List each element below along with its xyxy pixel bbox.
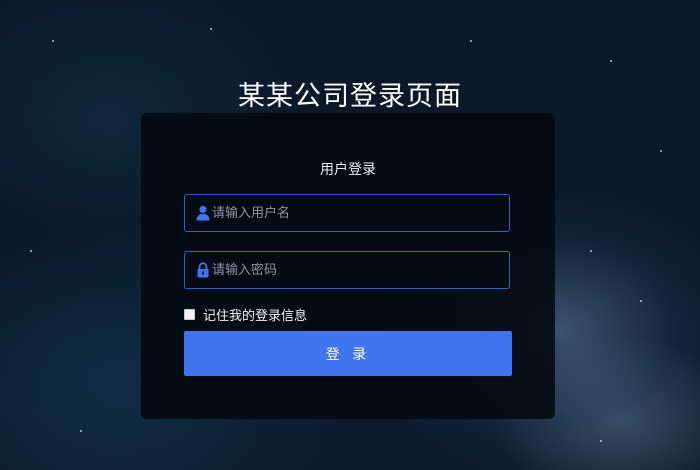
password-field[interactable] (184, 251, 510, 289)
lock-icon (195, 262, 211, 278)
password-input[interactable] (212, 252, 502, 288)
remember-me-label[interactable]: 记住我的登录信息 (203, 305, 307, 324)
login-card-title: 用户登录 (320, 162, 376, 178)
login-button[interactable]: 登 录 (184, 331, 512, 376)
login-page: 某某公司登录页面 用户登录 记住我的 (0, 0, 700, 470)
user-icon (195, 205, 211, 221)
login-card: 用户登录 记住我的登录信息 登 (141, 113, 555, 419)
remember-me-checkbox[interactable] (184, 308, 195, 320)
username-field[interactable] (184, 194, 510, 232)
page-title: 某某公司登录页面 (238, 81, 462, 112)
username-input[interactable] (212, 195, 502, 231)
remember-me[interactable]: 记住我的登录信息 (184, 305, 307, 324)
